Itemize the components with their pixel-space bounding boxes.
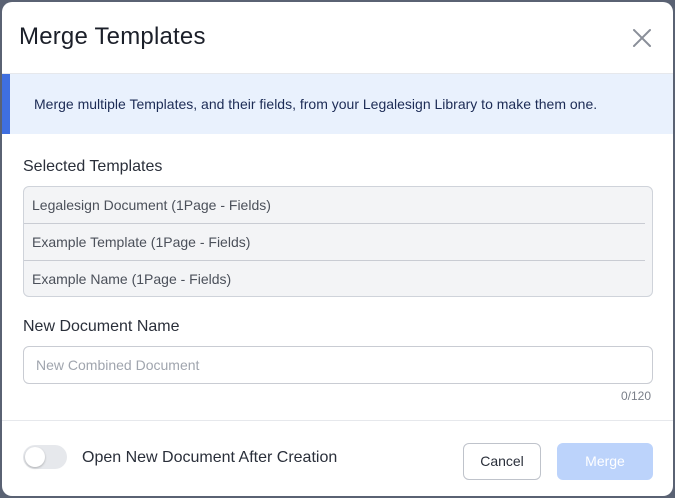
- character-count: 0/120: [620, 389, 651, 403]
- new-document-name-label: New Document Name: [23, 318, 180, 335]
- new-document-name-input[interactable]: [23, 346, 653, 384]
- selected-templates-label: Selected Templates: [23, 158, 163, 175]
- info-text: Merge multiple Templates, and their fiel…: [34, 96, 598, 112]
- info-banner: Merge multiple Templates, and their fiel…: [2, 74, 673, 134]
- merge-templates-dialog: Merge Templates Merge multiple Templates…: [2, 2, 673, 496]
- selected-templates-list: Legalesign Document (1Page - Fields) Exa…: [23, 186, 653, 297]
- template-item: Example Name (1Page - Fields): [32, 271, 232, 287]
- open-after-creation-toggle[interactable]: [23, 445, 67, 469]
- template-item: Example Template (1Page - Fields): [24, 224, 645, 261]
- close-button[interactable]: [631, 27, 653, 49]
- info-banner-accent: [2, 74, 10, 134]
- close-icon: [633, 29, 651, 47]
- template-item: Legalesign Document (1Page - Fields): [24, 187, 645, 224]
- dialog-title: Merge Templates: [19, 23, 206, 50]
- dialog-footer: Open New Document After Creation Cancel …: [2, 420, 673, 496]
- toggle-knob: [25, 447, 45, 467]
- open-after-creation-label: Open New Document After Creation: [82, 449, 338, 466]
- dialog-header: Merge Templates: [2, 2, 673, 74]
- cancel-button[interactable]: Cancel: [463, 443, 541, 480]
- merge-button[interactable]: Merge: [557, 443, 653, 480]
